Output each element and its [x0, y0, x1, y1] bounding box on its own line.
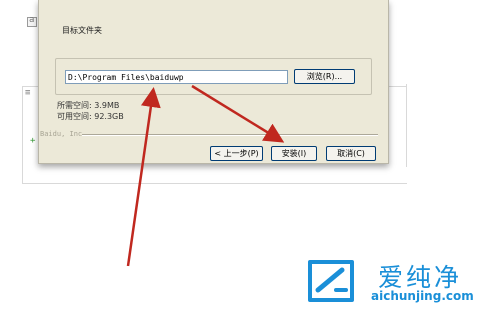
page-divider	[22, 183, 407, 184]
install-button[interactable]: 安装(I)	[271, 146, 317, 161]
back-button[interactable]: < 上一步(P)	[210, 146, 263, 161]
watermark-url: aichunjing.com	[371, 289, 474, 303]
page-expand-icon[interactable]: +	[30, 136, 35, 146]
available-space-text: 可用空间: 92.3GB	[57, 112, 124, 121]
page-mark: ≡	[25, 88, 31, 98]
install-path-input[interactable]: D:\Program Files\baiduwp	[65, 70, 288, 84]
page-mark: a	[29, 15, 35, 25]
target-folder-label: 目标文件夹	[60, 25, 104, 36]
required-space-text: 所需空间: 3.9MB	[57, 101, 120, 110]
page-divider	[406, 84, 407, 167]
dialog-separator	[82, 134, 378, 136]
site-logo-icon	[308, 260, 354, 302]
browse-button[interactable]: 浏览(R)...	[294, 69, 355, 84]
cancel-button[interactable]: 取消(C)	[326, 146, 376, 161]
page-divider	[22, 86, 23, 184]
branding-text: Baidu, Inc	[40, 130, 83, 138]
